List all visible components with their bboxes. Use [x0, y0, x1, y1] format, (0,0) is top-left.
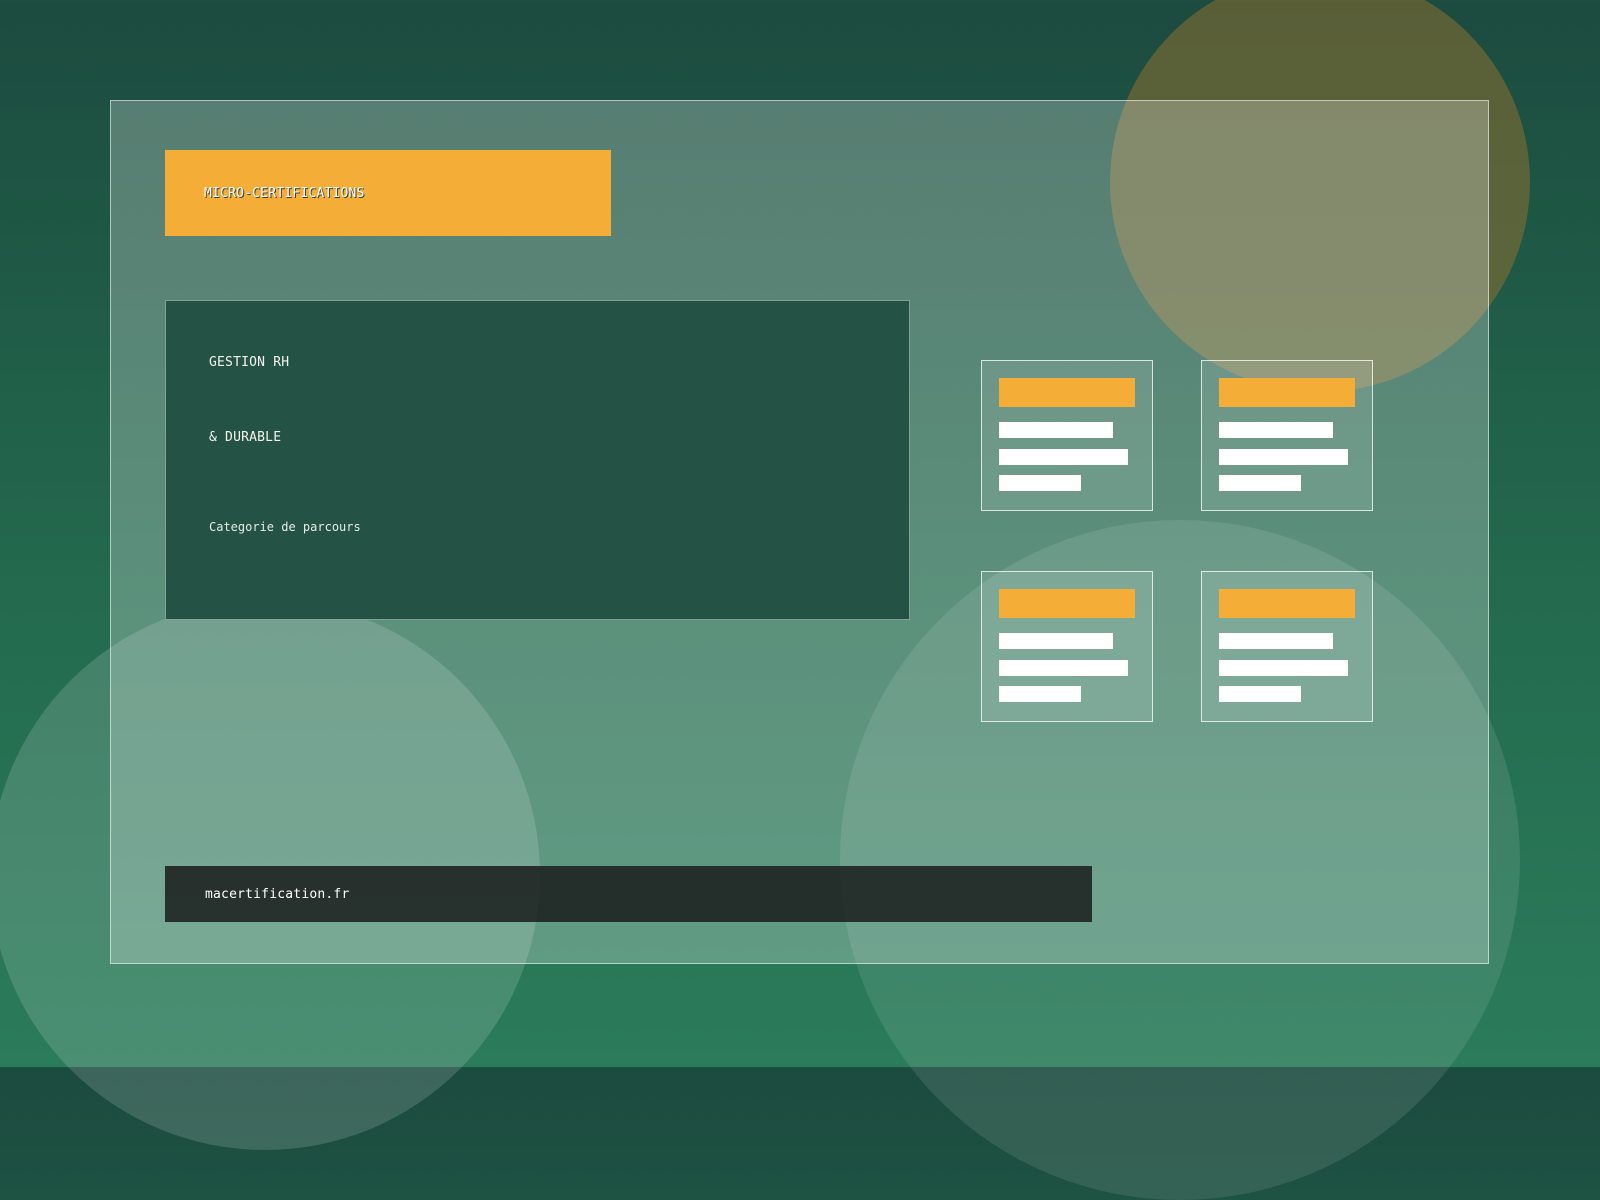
preview-card-2 — [1201, 360, 1373, 511]
preview-card-line — [999, 422, 1113, 438]
preview-card-line — [1219, 686, 1301, 702]
preview-card-accent-bar — [999, 589, 1135, 618]
category-title-line-1: GESTION RH — [209, 355, 290, 370]
brand-label: MICRO-CERTIFICATIONS — [204, 185, 365, 201]
footer-site-url: macertification.fr — [205, 886, 350, 902]
category-card: GESTION RH & DURABLE Categorie de parcou… — [165, 300, 910, 620]
footer-bar: macertification.fr — [165, 866, 1092, 922]
preview-card-accent-bar — [1219, 589, 1355, 618]
preview-card-line — [1219, 422, 1333, 438]
preview-card-accent-bar — [1219, 378, 1355, 407]
preview-card-line — [999, 449, 1128, 465]
preview-card-line — [1219, 449, 1348, 465]
preview-card-line — [999, 686, 1081, 702]
preview-card-line — [1219, 475, 1301, 491]
preview-card-line — [999, 660, 1128, 676]
preview-card-line — [1219, 633, 1333, 649]
preview-card-line — [999, 633, 1113, 649]
preview-card-3 — [981, 571, 1153, 722]
preview-card-accent-bar — [999, 378, 1135, 407]
category-caption: Categorie de parcours — [209, 520, 361, 534]
preview-card-line — [999, 475, 1081, 491]
preview-card-4 — [1201, 571, 1373, 722]
brand-banner: MICRO-CERTIFICATIONS — [165, 150, 611, 236]
preview-card-line — [1219, 660, 1348, 676]
category-title-line-2: & DURABLE — [209, 430, 282, 445]
preview-card-1 — [981, 360, 1153, 511]
